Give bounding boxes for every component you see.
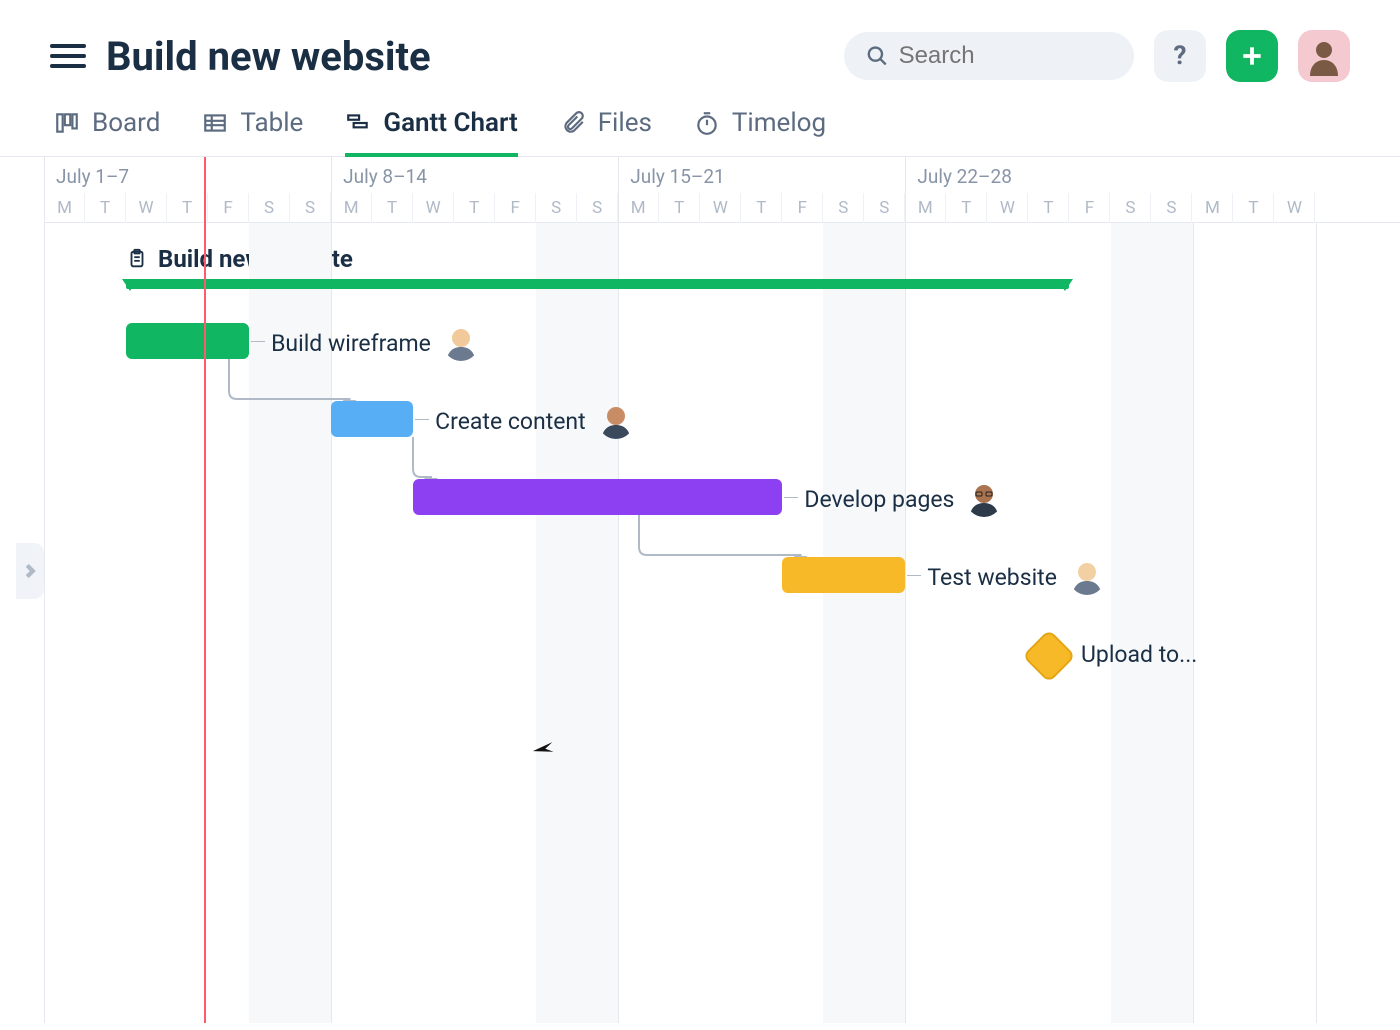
today-indicator: [204, 157, 206, 223]
plus-icon: [1239, 43, 1265, 69]
help-button[interactable]: ?: [1154, 30, 1206, 82]
menu-icon[interactable]: [50, 38, 86, 74]
week-label: July 1–7: [56, 165, 129, 188]
week-label: July 15–21: [630, 165, 724, 188]
expand-sidebar-handle[interactable]: [16, 543, 44, 599]
task-label[interactable]: Create content: [435, 403, 634, 439]
paperclip-icon: [560, 110, 586, 136]
tab-label: Table: [240, 108, 303, 138]
weekend-column: [823, 223, 864, 1023]
day-header: T: [1028, 193, 1069, 223]
task-label[interactable]: Develop pages: [804, 481, 1002, 517]
task-label[interactable]: Test website: [927, 559, 1105, 595]
board-icon: [54, 110, 80, 136]
tab-board[interactable]: Board: [54, 108, 160, 156]
milestone-label[interactable]: Upload to...: [1081, 641, 1197, 668]
day-header: T: [741, 193, 782, 223]
day-header: F: [495, 193, 536, 223]
day-header: W: [413, 193, 454, 223]
tab-label: Timelog: [732, 108, 826, 138]
tab-label: Gantt Chart: [383, 108, 517, 138]
weekend-column: [577, 223, 618, 1023]
task-label-text: Create content: [435, 408, 586, 435]
milestone-marker[interactable]: [1022, 629, 1076, 683]
gantt-icon: [345, 110, 371, 136]
day-header: W: [126, 193, 167, 223]
assignee-avatar[interactable]: [598, 403, 634, 439]
day-header: S: [249, 193, 290, 223]
tab-files[interactable]: Files: [560, 108, 652, 156]
page-title: Build new website: [106, 33, 824, 80]
task-bar-t1[interactable]: [126, 323, 249, 359]
day-header: S: [290, 193, 331, 223]
week-label: July 22–28: [917, 165, 1011, 188]
tab-timelog[interactable]: Timelog: [694, 108, 826, 156]
day-header: M: [331, 193, 372, 223]
avatar-icon: [1304, 36, 1344, 76]
day-header: T: [946, 193, 987, 223]
day-header: F: [1069, 193, 1110, 223]
day-header: F: [208, 193, 249, 223]
weekend-column: [536, 223, 577, 1023]
task-label-text: Develop pages: [804, 486, 954, 513]
tab-label: Files: [598, 108, 652, 138]
day-header: M: [905, 193, 946, 223]
cursor-icon: [531, 733, 557, 759]
day-header: T: [167, 193, 208, 223]
day-header: S: [536, 193, 577, 223]
day-header: S: [1110, 193, 1151, 223]
timeline-header: MTWTFSSMTWTFSSMTWTFSSMTWTFSSMTW July 1–7…: [44, 157, 1400, 223]
weekend-column: [1111, 223, 1152, 1023]
today-indicator: [204, 223, 206, 1023]
task-bar-t2[interactable]: [331, 401, 413, 437]
tab-table[interactable]: Table: [202, 108, 303, 156]
assignee-avatar[interactable]: [966, 481, 1002, 517]
day-header: S: [577, 193, 618, 223]
gantt-chart-area[interactable]: Build new website Build wireframeCreate …: [44, 223, 1400, 1023]
user-avatar[interactable]: [1298, 30, 1350, 82]
day-header: M: [1192, 193, 1233, 223]
task-label[interactable]: Build wireframe: [271, 325, 479, 361]
day-header: W: [987, 193, 1028, 223]
weekend-column: [1152, 223, 1193, 1023]
task-bar-t3[interactable]: [413, 479, 782, 515]
day-header: F: [782, 193, 823, 223]
clipboard-icon: [126, 248, 148, 270]
day-header: T: [1233, 193, 1274, 223]
chevron-right-icon: [23, 564, 37, 578]
day-header: S: [1151, 193, 1192, 223]
day-header: T: [454, 193, 495, 223]
day-header: W: [700, 193, 741, 223]
view-tabs: Board Table Gantt Chart Files Timelog: [0, 82, 1400, 157]
day-header: M: [44, 193, 85, 223]
assignee-avatar[interactable]: [1069, 559, 1105, 595]
table-icon: [202, 110, 228, 136]
search-input[interactable]: [899, 42, 1112, 70]
day-header: T: [85, 193, 126, 223]
day-header: S: [864, 193, 905, 223]
stopwatch-icon: [694, 110, 720, 136]
day-header: W: [1274, 193, 1315, 223]
assignee-avatar[interactable]: [443, 325, 479, 361]
task-label-text: Build wireframe: [271, 330, 431, 357]
tab-gantt[interactable]: Gantt Chart: [345, 108, 517, 156]
project-summary-bar[interactable]: [126, 279, 1069, 289]
add-button[interactable]: [1226, 30, 1278, 82]
search-box[interactable]: [844, 32, 1134, 80]
tab-label: Board: [92, 108, 160, 138]
task-bar-t4[interactable]: [782, 557, 905, 593]
day-header: S: [823, 193, 864, 223]
day-header: T: [372, 193, 413, 223]
search-icon: [866, 43, 889, 69]
task-label-text: Test website: [927, 564, 1057, 591]
weekend-column: [864, 223, 905, 1023]
day-header: T: [659, 193, 700, 223]
week-label: July 8–14: [343, 165, 427, 188]
day-header: M: [618, 193, 659, 223]
